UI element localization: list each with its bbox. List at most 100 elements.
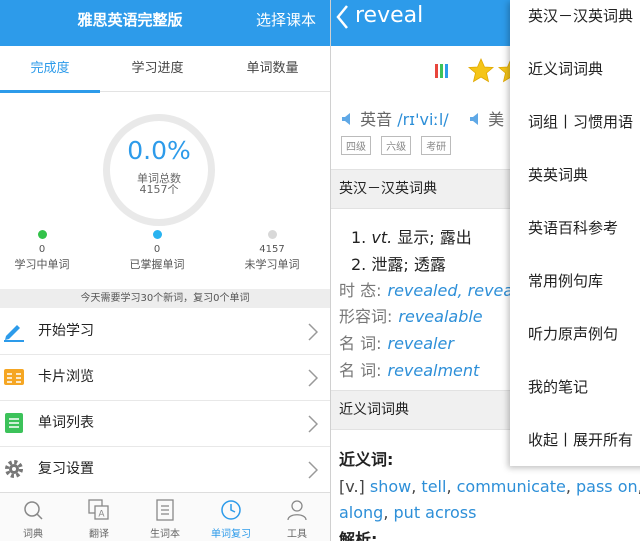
def-number: 1. xyxy=(351,228,367,247)
nav-label: 生词本 xyxy=(150,529,180,540)
menu-item-encyclopedia[interactable]: 英语百科参考 xyxy=(510,212,640,264)
synonym-link[interactable]: tell xyxy=(421,477,446,496)
analysis-heading: 解析: xyxy=(339,530,378,541)
course-header: 雅思英语完整版 选择课本 xyxy=(0,0,330,46)
synonym-link[interactable]: pass on xyxy=(576,477,638,496)
chevron-right-icon xyxy=(308,323,318,341)
form-value[interactable]: revealer xyxy=(387,334,453,353)
synonym-link[interactable]: communicate xyxy=(457,477,566,496)
unlearned-count: 4157 xyxy=(259,244,285,255)
chevron-right-icon xyxy=(308,415,318,433)
def-text: 显示; 露出 xyxy=(397,228,472,247)
course-title: 雅思英语完整版 xyxy=(77,11,183,29)
person-icon xyxy=(287,500,307,521)
svg-text:A: A xyxy=(98,510,105,520)
bars-icon[interactable] xyxy=(435,64,448,78)
active-tab-indicator xyxy=(0,90,100,93)
chevron-right-icon xyxy=(308,369,318,387)
synonyms-heading: 近义词: xyxy=(339,450,394,469)
us-pron-label: 美 xyxy=(488,110,505,129)
tab-word-count[interactable]: 单词数量 xyxy=(215,46,330,92)
learning-dot xyxy=(37,230,47,239)
exam-tags: 四级 六级 考研 xyxy=(341,135,456,155)
nav-dictionary[interactable]: 词典 xyxy=(0,493,66,541)
word-form-noun-2: 名 词: revealment xyxy=(339,357,479,381)
menu-item-my-notes[interactable]: 我的笔记 xyxy=(510,371,640,423)
total-words-count: 4157个 xyxy=(139,183,179,196)
phonetic: /rɪ'viːl/ xyxy=(397,110,449,129)
synonyms-list: [v.] show, tell, communicate, pass on, p… xyxy=(339,477,640,522)
definition-1: 1. vt. 显示; 露出 xyxy=(351,224,472,248)
syn-pos: [v.] xyxy=(339,477,365,496)
list-icon xyxy=(5,413,23,433)
synonym-link[interactable]: along xyxy=(339,503,383,522)
menu-item-synonym-dictionary[interactable]: 近义词词典 xyxy=(510,53,640,105)
menu-item-example-sentences[interactable]: 常用例句库 xyxy=(510,265,640,317)
daily-plan-notice: 今天需要学习30个新词，复习0个单词 xyxy=(0,289,330,308)
menu-item-collapse-expand[interactable]: 收起丨展开所有 xyxy=(510,424,640,466)
back-arrow-icon[interactable] xyxy=(335,3,351,31)
progress-tabs: 完成度 学习进度 单词数量 xyxy=(0,46,330,93)
menu-item-en-en-dictionary[interactable]: 英英词典 xyxy=(510,159,640,211)
translate-icon: A xyxy=(88,499,109,520)
nav-tools[interactable]: 工具 xyxy=(264,493,330,541)
uk-pron-label: 英音 xyxy=(360,110,393,129)
menu-item-en-cn-dictionary[interactable]: 英汉－汉英词典 xyxy=(510,0,640,52)
form-label: 名 词: xyxy=(339,334,382,353)
star-icon[interactable] xyxy=(467,58,495,83)
speaker-icon[interactable] xyxy=(469,112,483,126)
pronunciation-row: 英音 /rɪ'viːl/ 美 xyxy=(341,106,504,130)
def-number: 2. xyxy=(351,255,367,274)
nav-translate[interactable]: A 翻译 xyxy=(66,493,132,541)
nav-label: 词典 xyxy=(23,529,43,540)
learning-count: 0 xyxy=(38,244,46,255)
clock-icon xyxy=(221,500,241,520)
menu-label: 单词列表 xyxy=(38,415,94,431)
choose-book-button[interactable]: 选择课本 xyxy=(256,0,316,46)
exam-tag: 四级 xyxy=(341,136,371,155)
form-value[interactable]: revealable xyxy=(398,307,482,326)
word-form-adjective: 形容词: revealable xyxy=(339,303,483,327)
exam-tag: 考研 xyxy=(421,136,452,155)
unlearned-dot xyxy=(267,230,277,239)
synonym-link[interactable]: show xyxy=(370,477,411,496)
unlearned-label: 未学习单词 xyxy=(244,258,300,271)
menu-word-list[interactable]: 单词列表 xyxy=(0,401,330,447)
def-pos: vt. xyxy=(371,228,393,247)
form-value[interactable]: revealment xyxy=(387,361,479,380)
menu-item-phrases[interactable]: 词组丨习惯用语 xyxy=(510,106,640,158)
pencil-icon xyxy=(4,325,24,342)
menu-label: 卡片浏览 xyxy=(38,369,94,385)
menu-card-browse[interactable]: 卡片浏览 xyxy=(0,355,330,401)
tab-completion[interactable]: 完成度 xyxy=(0,46,100,92)
mastered-dot xyxy=(152,230,162,239)
menu-item-listening-examples[interactable]: 听力原声例句 xyxy=(510,318,640,370)
menu-review-settings[interactable]: 复习设置 xyxy=(0,447,330,493)
gear-icon xyxy=(5,460,23,478)
notebook-icon xyxy=(156,499,174,521)
form-label: 时 态: xyxy=(339,281,382,300)
bottom-nav: 词典 A 翻译 生词本 单词复习 工具 xyxy=(0,492,330,541)
menu-start-learning[interactable]: 开始学习 xyxy=(0,309,330,355)
stat-unlearned: 4157 未学习单词 xyxy=(217,230,327,272)
mastered-label: 已掌握单词 xyxy=(129,258,185,271)
word-form-tense: 时 态: revealed, revea xyxy=(339,277,513,301)
tab-study-progress[interactable]: 学习进度 xyxy=(100,46,215,92)
cards-icon xyxy=(4,369,24,385)
form-value[interactable]: revealed, revea xyxy=(387,281,513,300)
nav-word-book[interactable]: 生词本 xyxy=(132,493,198,541)
nav-word-review[interactable]: 单词复习 xyxy=(198,493,264,541)
course-panel: 雅思英语完整版 选择课本 完成度 学习进度 单词数量 0.0% 单词总数 415… xyxy=(0,0,330,541)
dictionary-section-menu: 英汉－汉英词典 近义词词典 词组丨习惯用语 英英词典 英语百科参考 常用例句库 … xyxy=(510,0,640,466)
exam-tag: 六级 xyxy=(381,136,412,155)
speaker-icon[interactable] xyxy=(341,112,355,126)
learning-label: 学习中单词 xyxy=(14,258,70,271)
definition-2: 2. 泄露; 透露 xyxy=(351,251,446,275)
def-text: 泄露; 透露 xyxy=(371,255,446,274)
synonym-link[interactable]: put across xyxy=(394,503,477,522)
form-label: 名 词: xyxy=(339,361,382,380)
nav-label: 单词复习 xyxy=(211,529,251,540)
form-label: 形容词: xyxy=(339,307,393,326)
stat-mastered: 0 已掌握单词 xyxy=(102,230,212,272)
search-icon xyxy=(24,501,43,520)
